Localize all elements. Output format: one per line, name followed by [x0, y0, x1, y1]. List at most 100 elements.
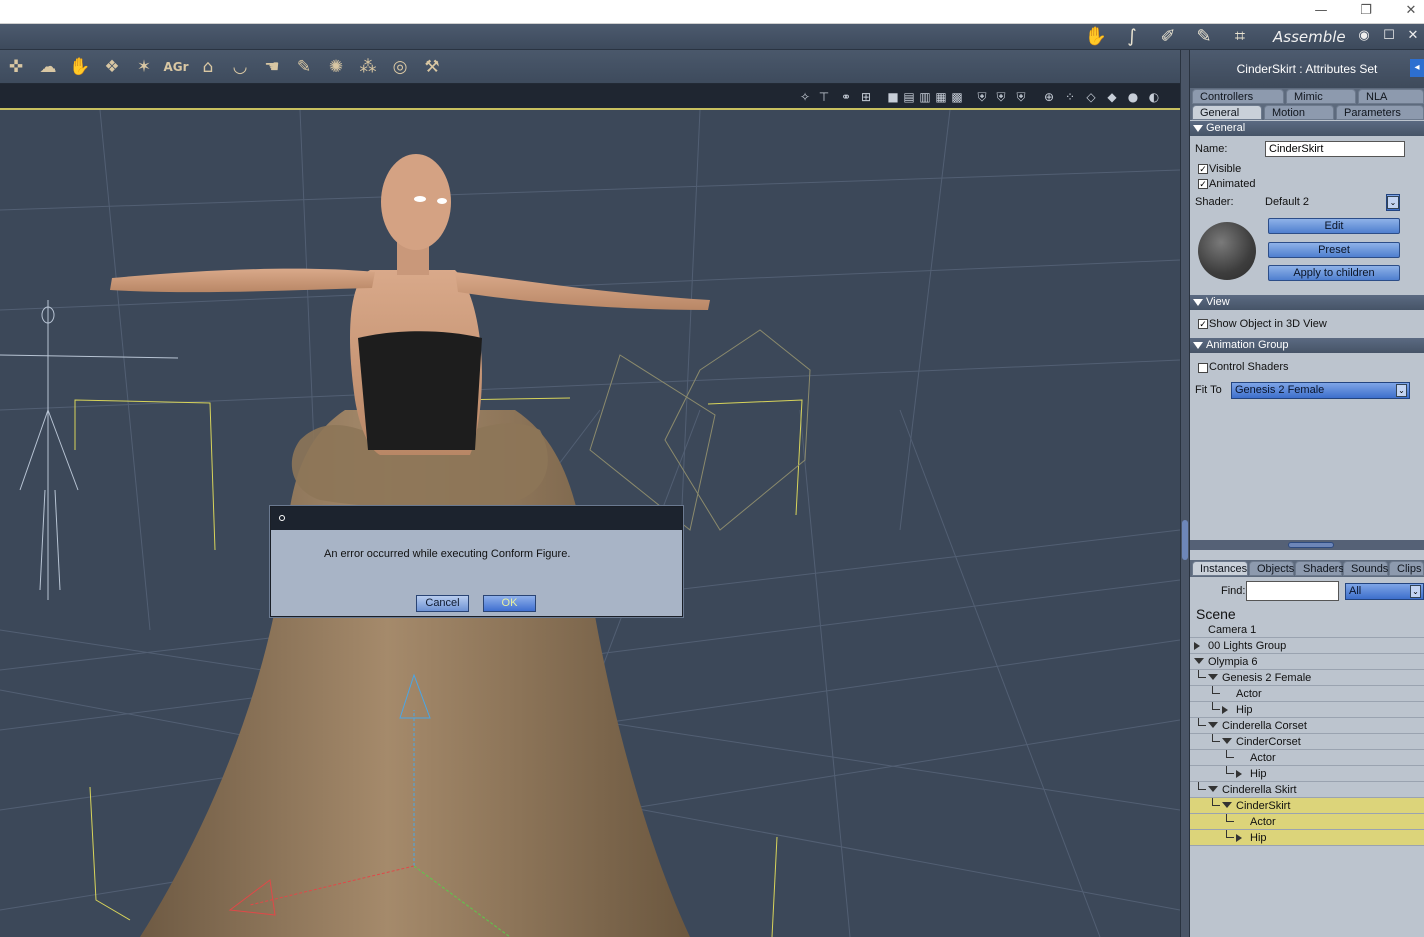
viewport-tool-icon[interactable]: ▥	[917, 89, 933, 105]
view-section-header[interactable]: View	[1190, 295, 1424, 310]
bowl-tool-icon[interactable]: ◡	[227, 55, 253, 79]
tab-clips[interactable]: Clips	[1389, 561, 1424, 576]
control-shaders-checkbox[interactable]	[1198, 363, 1208, 373]
expand-triangle-icon[interactable]	[1194, 642, 1200, 650]
target-tool-icon[interactable]: ◎	[387, 55, 413, 79]
viewport-tool-icon[interactable]: ◐	[1146, 89, 1162, 105]
scene-tree-item[interactable]: Camera 1	[1190, 622, 1424, 638]
collapse-triangle-icon[interactable]	[1222, 802, 1232, 808]
viewport-tool-icon[interactable]: ⛨	[993, 89, 1009, 105]
scene-tree-item[interactable]: CinderCorset	[1190, 734, 1424, 750]
tab-controllers[interactable]: Controllers	[1192, 89, 1284, 104]
name-field[interactable]: CinderSkirt	[1265, 141, 1405, 157]
viewport-tool-icon[interactable]: ⛨	[974, 89, 990, 105]
scene-tree-item[interactable]: Actor	[1190, 814, 1424, 830]
collapse-panel-icon[interactable]: ◂	[1410, 59, 1424, 77]
tab-nla[interactable]: NLA	[1358, 89, 1424, 104]
cloth-room-icon[interactable]: ⌗	[1227, 26, 1253, 48]
collapse-triangle-icon[interactable]	[1208, 674, 1218, 680]
house-tool-icon[interactable]: ⌂	[195, 55, 221, 79]
props-tool-icon[interactable]: ❖	[99, 55, 125, 79]
collapse-triangle-icon[interactable]	[1194, 658, 1204, 664]
viewport-tool-icon[interactable]: ▩	[949, 89, 965, 105]
show-in-3d-checkbox[interactable]: ✓	[1198, 319, 1208, 329]
pose-hand-tool-icon[interactable]: ☚	[259, 55, 285, 79]
viewport-tool-icon[interactable]: ⊕	[1041, 89, 1057, 105]
scene-tree-item[interactable]: Genesis 2 Female	[1190, 670, 1424, 686]
viewport-tool-icon[interactable]: ✧	[797, 89, 813, 105]
tab-motion[interactable]: Motion	[1264, 105, 1334, 120]
paint-room-icon[interactable]: ✎	[1191, 26, 1217, 48]
pose-room-icon[interactable]: ✐	[1155, 26, 1181, 48]
viewport-tool-icon[interactable]: ⁘	[1062, 89, 1078, 105]
tab-sounds[interactable]: Sounds	[1343, 561, 1388, 576]
general-section-header[interactable]: General	[1190, 121, 1424, 136]
animation-group-header[interactable]: Animation Group	[1190, 338, 1424, 353]
maximize-icon[interactable]: ☐	[1381, 28, 1397, 44]
tab-general[interactable]: General	[1192, 105, 1262, 120]
eye-icon[interactable]: ◉	[1356, 28, 1372, 44]
move-tool-icon[interactable]: ⁂	[355, 55, 381, 79]
hair-tool-icon[interactable]: ☁	[35, 55, 61, 79]
viewport-tool-icon[interactable]: ■	[885, 89, 901, 105]
tab-instances[interactable]: Instances	[1192, 561, 1248, 576]
scene-tree-item[interactable]: Hip	[1190, 766, 1424, 782]
viewport-tool-icon[interactable]: ▦	[933, 89, 949, 105]
splitter-handle[interactable]	[1288, 542, 1334, 548]
3d-viewport[interactable]: An error occurred while executing Confor…	[0, 110, 1180, 937]
minimize-button[interactable]: —	[1311, 2, 1331, 20]
visible-checkbox[interactable]: ✓	[1198, 164, 1208, 174]
cancel-button[interactable]: Cancel	[416, 595, 469, 612]
walk-room-icon[interactable]: ∫	[1119, 26, 1145, 48]
viewport-tool-icon[interactable]: ▤	[901, 89, 917, 105]
animated-checkbox[interactable]: ✓	[1198, 179, 1208, 189]
text-tool-label[interactable]: AGr	[163, 55, 189, 79]
viewport-tool-icon[interactable]: ◇	[1083, 89, 1099, 105]
scene-tree-item[interactable]: Cinderella Skirt	[1190, 782, 1424, 798]
viewport-tool-icon[interactable]: ⚭	[838, 89, 854, 105]
tab-objects[interactable]: Objects	[1249, 561, 1294, 576]
panel-splitter[interactable]	[1180, 50, 1190, 937]
close-room-icon[interactable]: ✕	[1405, 28, 1421, 44]
preset-button[interactable]: Preset	[1268, 242, 1400, 258]
splitter-handle[interactable]	[1182, 520, 1188, 560]
viewport-tool-icon[interactable]: ⛨	[1013, 89, 1029, 105]
expand-triangle-icon[interactable]	[1222, 706, 1228, 714]
filter-dropdown[interactable]: All ⌄	[1345, 583, 1424, 600]
scene-tree-item[interactable]: 00 Lights Group	[1190, 638, 1424, 654]
collapse-triangle-icon[interactable]	[1222, 738, 1232, 744]
scene-tree-item[interactable]: Hip	[1190, 702, 1424, 718]
restore-button[interactable]: ❐	[1356, 2, 1376, 20]
edit-button[interactable]: Edit	[1268, 218, 1400, 234]
fit-to-dropdown[interactable]: Genesis 2 Female ⌄	[1231, 382, 1410, 399]
find-input[interactable]	[1246, 581, 1339, 601]
expand-triangle-icon[interactable]	[1236, 834, 1242, 842]
viewport-tool-icon[interactable]: ●	[1125, 89, 1141, 105]
pin-tool-icon[interactable]: ✎	[291, 55, 317, 79]
scene-tree-item[interactable]: Hip	[1190, 830, 1424, 846]
scene-tree-item[interactable]: Olympia 6	[1190, 654, 1424, 670]
wrench-tool-icon[interactable]: ⚒	[419, 55, 445, 79]
apply-to-children-button[interactable]: Apply to children	[1268, 265, 1400, 281]
tab-shaders[interactable]: Shaders	[1295, 561, 1344, 576]
collapse-triangle-icon[interactable]	[1208, 722, 1218, 728]
deform-tool-icon[interactable]: ✶	[131, 55, 157, 79]
viewport-tool-icon[interactable]: ◆	[1104, 89, 1120, 105]
scene-tree-item[interactable]: Cinderella Corset	[1190, 718, 1424, 734]
scene-tree-item[interactable]: Actor	[1190, 750, 1424, 766]
horizontal-splitter[interactable]	[1190, 540, 1424, 550]
collapse-triangle-icon[interactable]	[1208, 786, 1218, 792]
viewport-tool-icon[interactable]: ⊞	[858, 89, 874, 105]
scene-tree-item[interactable]: Actor	[1190, 686, 1424, 702]
tab-mimic[interactable]: Mimic	[1286, 89, 1356, 104]
camera-tool-icon[interactable]: ✺	[323, 55, 349, 79]
hand-tool-icon[interactable]: ✋	[67, 55, 93, 79]
ok-button[interactable]: OK	[483, 595, 536, 612]
close-window-button[interactable]: ✕	[1401, 2, 1421, 20]
expand-triangle-icon[interactable]	[1236, 770, 1242, 778]
hand-room-icon[interactable]: ✋	[1083, 26, 1109, 48]
viewport-tool-icon[interactable]: ⊤	[816, 89, 832, 105]
figure-tool-icon[interactable]: ✜	[3, 55, 29, 79]
scene-tree-item[interactable]: CinderSkirt	[1190, 798, 1424, 814]
tab-parameters[interactable]: Parameters	[1336, 105, 1424, 120]
